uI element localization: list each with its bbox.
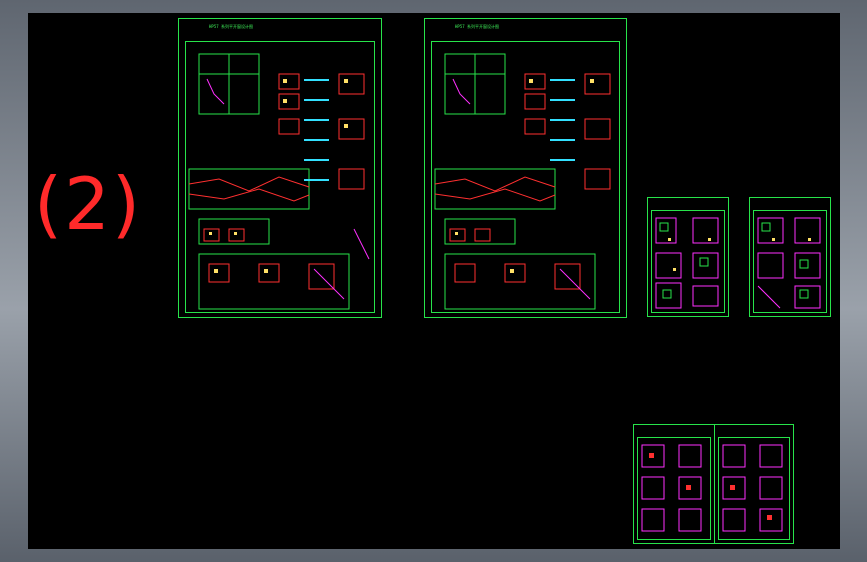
sheet-3-drawing	[655, 217, 719, 309]
sheet-5-drawing	[641, 444, 702, 532]
drawing-sheet-5[interactable]	[633, 424, 715, 544]
sheet-4-drawing	[757, 217, 821, 309]
drawing-sheet-6[interactable]	[714, 424, 794, 544]
sheet-2-drawing	[434, 53, 611, 310]
drawing-sheet-4[interactable]	[749, 197, 831, 317]
drawing-sheet-1[interactable]: HP57 系列平开窗设计图	[178, 18, 382, 318]
drawing-viewport[interactable]: (2) HP57 系列平开窗设计图 HP57 系列平开窗设计图	[28, 13, 840, 549]
sheet-1-drawing	[188, 53, 370, 310]
sheet-6-drawing	[722, 444, 783, 532]
drawing-label: (2)	[34, 162, 142, 246]
drawing-sheet-2[interactable]: HP57 系列平开窗设计图	[424, 18, 627, 318]
drawing-sheet-3[interactable]	[647, 197, 729, 317]
